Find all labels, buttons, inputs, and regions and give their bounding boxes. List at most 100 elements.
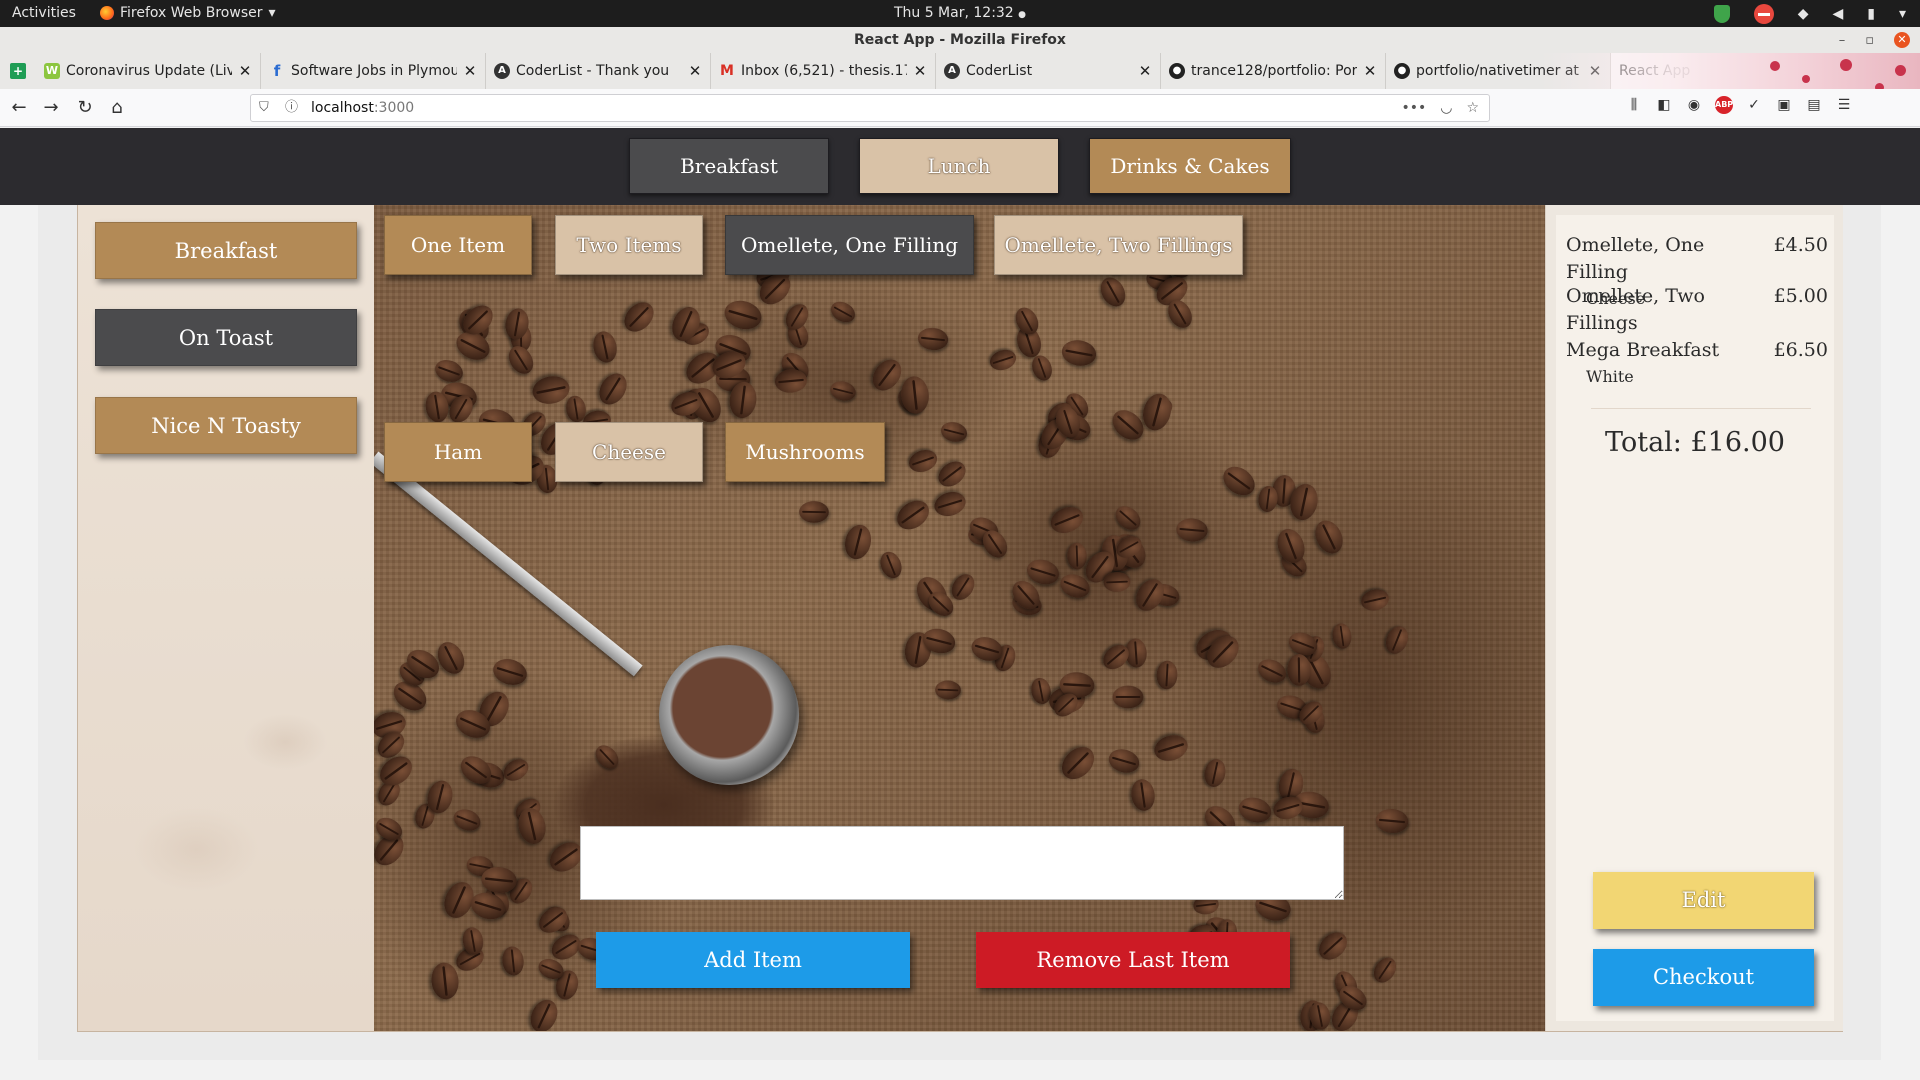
coffee-bean-decoration bbox=[1381, 623, 1412, 658]
maximize-icon[interactable]: ▫ bbox=[1865, 33, 1874, 48]
sidebar-icon[interactable]: ◧ bbox=[1655, 96, 1673, 114]
coffee-bean-decoration bbox=[1110, 501, 1145, 535]
os-top-bar: Activities Firefox Web Browser ▾ Thu 5 M… bbox=[0, 0, 1920, 27]
close-window-icon[interactable]: ✕ bbox=[1894, 32, 1910, 48]
coffee-bean-decoration bbox=[1156, 660, 1179, 690]
tracking-protection-icon[interactable]: ⛉ bbox=[259, 95, 269, 121]
wiki-icon: W bbox=[44, 63, 60, 79]
tab-github-portfolio[interactable]: ● trance128/portfolio: Por ✕ bbox=[1161, 53, 1386, 89]
app-menu[interactable]: Firefox Web Browser ▾ bbox=[100, 5, 276, 21]
tab-close-icon[interactable]: ✕ bbox=[1363, 62, 1377, 80]
coffee-bean-decoration bbox=[530, 373, 572, 407]
order-line-name: Omellete, One Filling bbox=[1566, 234, 1705, 283]
remove-last-item-button[interactable]: Remove Last Item bbox=[976, 932, 1290, 988]
clock[interactable]: Thu 5 Mar, 12:32 bbox=[894, 5, 1014, 21]
tab-github-nativetimer[interactable]: ● portfolio/nativetimer at ✕ bbox=[1386, 53, 1611, 89]
tab-close-icon[interactable]: ✕ bbox=[688, 62, 702, 80]
back-icon[interactable]: ← bbox=[8, 97, 30, 119]
category-breakfast-button[interactable]: Breakfast bbox=[95, 222, 357, 279]
order-line-price: £5.00 bbox=[1773, 285, 1828, 307]
item-omellete-one-filling-button[interactable]: Omellete, One Filling bbox=[725, 215, 974, 275]
coffee-bean-decoration bbox=[773, 367, 808, 395]
tab-close-icon[interactable]: ✕ bbox=[913, 62, 927, 80]
item-omellete-two-fillings-button[interactable]: Omellete, Two Fillings bbox=[994, 215, 1243, 275]
coffee-bean-decoration bbox=[781, 299, 813, 334]
menu-lunch-button[interactable]: Lunch bbox=[859, 138, 1059, 194]
system-menu-chevron-icon[interactable]: ▾ bbox=[1899, 6, 1906, 22]
tab-gmail-inbox[interactable]: M Inbox (6,521) - thesis.17( ✕ bbox=[711, 53, 936, 89]
filling-cheese-button[interactable]: Cheese bbox=[555, 422, 703, 482]
menu-drinks-cakes-button[interactable]: Drinks & Cakes bbox=[1089, 138, 1291, 194]
coffee-bean-decoration bbox=[1151, 731, 1192, 765]
coffee-bean-decoration bbox=[590, 329, 620, 365]
tab-coderlist-thanks[interactable]: A CoderList - Thank you ✕ bbox=[486, 53, 711, 89]
tab-react-app[interactable]: React App bbox=[1611, 53, 1896, 89]
tab-coronavirus[interactable]: W Coronavirus Update (Live ✕ bbox=[36, 53, 261, 89]
menu-breakfast-button[interactable]: Breakfast bbox=[629, 138, 829, 194]
coffee-bean-decoration bbox=[1358, 586, 1392, 614]
coffee-bean-decoration bbox=[1060, 337, 1099, 369]
filling-ham-button[interactable]: Ham bbox=[384, 422, 532, 482]
coffee-bean-decoration bbox=[1066, 542, 1087, 570]
coffee-bean-decoration bbox=[593, 368, 632, 410]
coffee-bean-decoration bbox=[1106, 745, 1143, 776]
github-icon: ● bbox=[1169, 63, 1185, 79]
tab-software-jobs[interactable]: f Software Jobs in Plymou ✕ bbox=[261, 53, 486, 89]
do-not-disturb-icon[interactable] bbox=[1753, 4, 1774, 24]
extension-leaf-icon[interactable]: ✓ bbox=[1745, 96, 1763, 114]
extension-flag-icon[interactable]: ▣ bbox=[1775, 96, 1793, 114]
tab-close-icon[interactable]: ✕ bbox=[1588, 62, 1602, 80]
category-nice-n-toasty-button[interactable]: Nice N Toasty bbox=[95, 397, 357, 454]
item-one-item-button[interactable]: One Item bbox=[384, 215, 532, 275]
edit-order-button[interactable]: Edit bbox=[1593, 872, 1814, 929]
tab-coderlist[interactable]: A CoderList ✕ bbox=[936, 53, 1161, 89]
coffee-bean-decoration bbox=[499, 754, 533, 785]
coffee-bean-decoration bbox=[828, 378, 858, 404]
url-bar[interactable]: ⛉ ⓘ localhost:3000 ••• ◡ ☆ bbox=[250, 94, 1490, 122]
pocket-icon[interactable]: ◡ bbox=[1440, 95, 1452, 121]
lock-extension-icon[interactable]: ▤ bbox=[1805, 96, 1823, 114]
tab-title: Software Jobs in Plymou bbox=[291, 63, 457, 79]
item-two-items-button[interactable]: Two Items bbox=[555, 215, 703, 275]
tab-close-icon[interactable]: ✕ bbox=[238, 62, 252, 80]
url-text[interactable]: localhost:3000 bbox=[311, 95, 414, 121]
coffee-bean-decoration bbox=[1217, 460, 1260, 501]
checkout-button[interactable]: Checkout bbox=[1593, 949, 1814, 1006]
tab-close-icon[interactable]: ✕ bbox=[1138, 62, 1152, 80]
activities-button[interactable]: Activities bbox=[12, 5, 76, 21]
site-info-icon[interactable]: ⓘ bbox=[285, 95, 298, 121]
adblock-plus-icon[interactable]: ABP bbox=[1715, 96, 1733, 114]
order-line-name: Mega Breakfast bbox=[1566, 339, 1720, 361]
account-icon[interactable]: ◉ bbox=[1685, 96, 1703, 114]
page-actions-icon[interactable]: ••• bbox=[1401, 95, 1426, 121]
coderlist-icon: A bbox=[944, 63, 960, 79]
category-on-toast-button[interactable]: On Toast bbox=[95, 309, 357, 366]
home-icon[interactable]: ⌂ bbox=[106, 97, 128, 119]
library-icon[interactable]: ⫼ bbox=[1625, 96, 1643, 114]
tab-title: Inbox (6,521) - thesis.17( bbox=[741, 63, 907, 79]
coffee-bean-decoration bbox=[432, 356, 467, 387]
minimize-icon[interactable]: – bbox=[1839, 33, 1846, 48]
tab-title: CoderList bbox=[966, 63, 1033, 79]
order-line-price: £4.50 bbox=[1773, 234, 1828, 256]
coffee-bean-decoration bbox=[429, 960, 461, 1001]
add-item-button[interactable]: Add Item bbox=[596, 932, 910, 988]
reload-icon[interactable]: ↻ bbox=[74, 97, 96, 119]
google-sheets-icon: + bbox=[10, 63, 26, 79]
hamburger-menu-icon[interactable]: ☰ bbox=[1835, 96, 1853, 114]
filling-mushrooms-button[interactable]: Mushrooms bbox=[725, 422, 885, 482]
pinned-tab-sheets[interactable]: + bbox=[0, 53, 36, 89]
forward-icon[interactable]: → bbox=[40, 97, 62, 119]
item-note-textarea[interactable] bbox=[580, 826, 1344, 900]
battery-icon[interactable]: ▮ bbox=[1867, 6, 1875, 22]
network-icon[interactable]: ◆ bbox=[1798, 6, 1809, 22]
volume-icon[interactable]: ◀ bbox=[1832, 6, 1843, 22]
bookmark-star-icon[interactable]: ☆ bbox=[1466, 95, 1479, 121]
order-line-price: £6.50 bbox=[1773, 339, 1828, 361]
coffee-bean-decoration bbox=[721, 296, 766, 334]
tab-title: trance128/portfolio: Por bbox=[1191, 63, 1357, 79]
tab-title: portfolio/nativetimer at bbox=[1416, 63, 1579, 79]
coffee-bean-decoration bbox=[1235, 793, 1274, 826]
tab-close-icon[interactable]: ✕ bbox=[463, 62, 477, 80]
security-shield-icon[interactable] bbox=[1713, 5, 1730, 23]
